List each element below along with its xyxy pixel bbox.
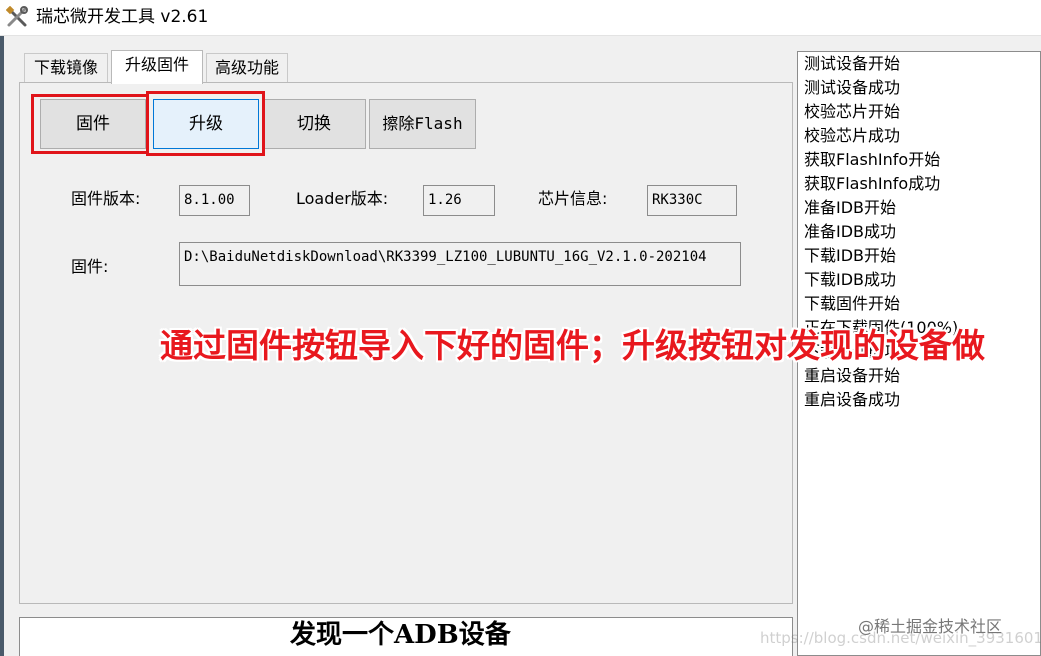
loader-version-label: Loader版本: [296, 189, 389, 208]
log-item: 下载IDB开始 [804, 246, 897, 265]
window-title: 瑞芯微开发工具 v2.61 [36, 7, 209, 27]
chip-info-field: RK330C [647, 185, 737, 216]
log-item: 下载IDB成功 [804, 270, 897, 289]
status-text: 发现一个ADB设备 [290, 620, 511, 650]
title-bar: 瑞芯微开发工具 v2.61 [0, 0, 1041, 36]
log-item: 下载固件开始 [804, 294, 901, 313]
upgrade-button[interactable]: 升级 [153, 99, 259, 149]
log-item: 准备IDB开始 [804, 198, 897, 217]
firmware-path-label: 固件: [71, 257, 109, 276]
firmware-button[interactable]: 固件 [40, 99, 146, 149]
log-item: 重启设备成功 [804, 390, 901, 409]
log-item: 获取FlashInfo成功 [804, 174, 941, 193]
firmware-version-label: 固件版本: [71, 189, 141, 208]
loader-version-field: 1.26 [423, 185, 495, 216]
erase-flash-button[interactable]: 擦除Flash [369, 99, 476, 149]
left-edge-strip [0, 36, 4, 656]
tools-icon [6, 6, 28, 27]
log-item: 校验芯片开始 [804, 102, 901, 121]
tab-download-image[interactable]: 下载镜像 [24, 53, 108, 83]
log-item: 准备IDB成功 [804, 222, 897, 241]
log-item: 测试设备成功 [804, 78, 901, 97]
firmware-path-field[interactable]: D:\BaiduNetdiskDownload\RK3399_LZ100_LUB… [179, 242, 741, 286]
overlay-caption: 通过固件按钮导入下好的固件；升级按钮对发现的设备做 [160, 326, 985, 365]
log-item: 获取FlashInfo开始 [804, 150, 941, 169]
switch-button[interactable]: 切换 [262, 99, 366, 149]
watermark-juejin: @稀土掘金技术社区 [858, 617, 1003, 636]
chip-info-label: 芯片信息: [538, 189, 608, 208]
firmware-version-field: 8.1.00 [179, 185, 250, 216]
tab-upgrade-firmware[interactable]: 升级固件 [111, 50, 203, 84]
log-item: 测试设备开始 [804, 54, 901, 73]
tab-advanced-functions[interactable]: 高级功能 [206, 53, 288, 83]
log-item: 校验芯片成功 [804, 126, 901, 145]
